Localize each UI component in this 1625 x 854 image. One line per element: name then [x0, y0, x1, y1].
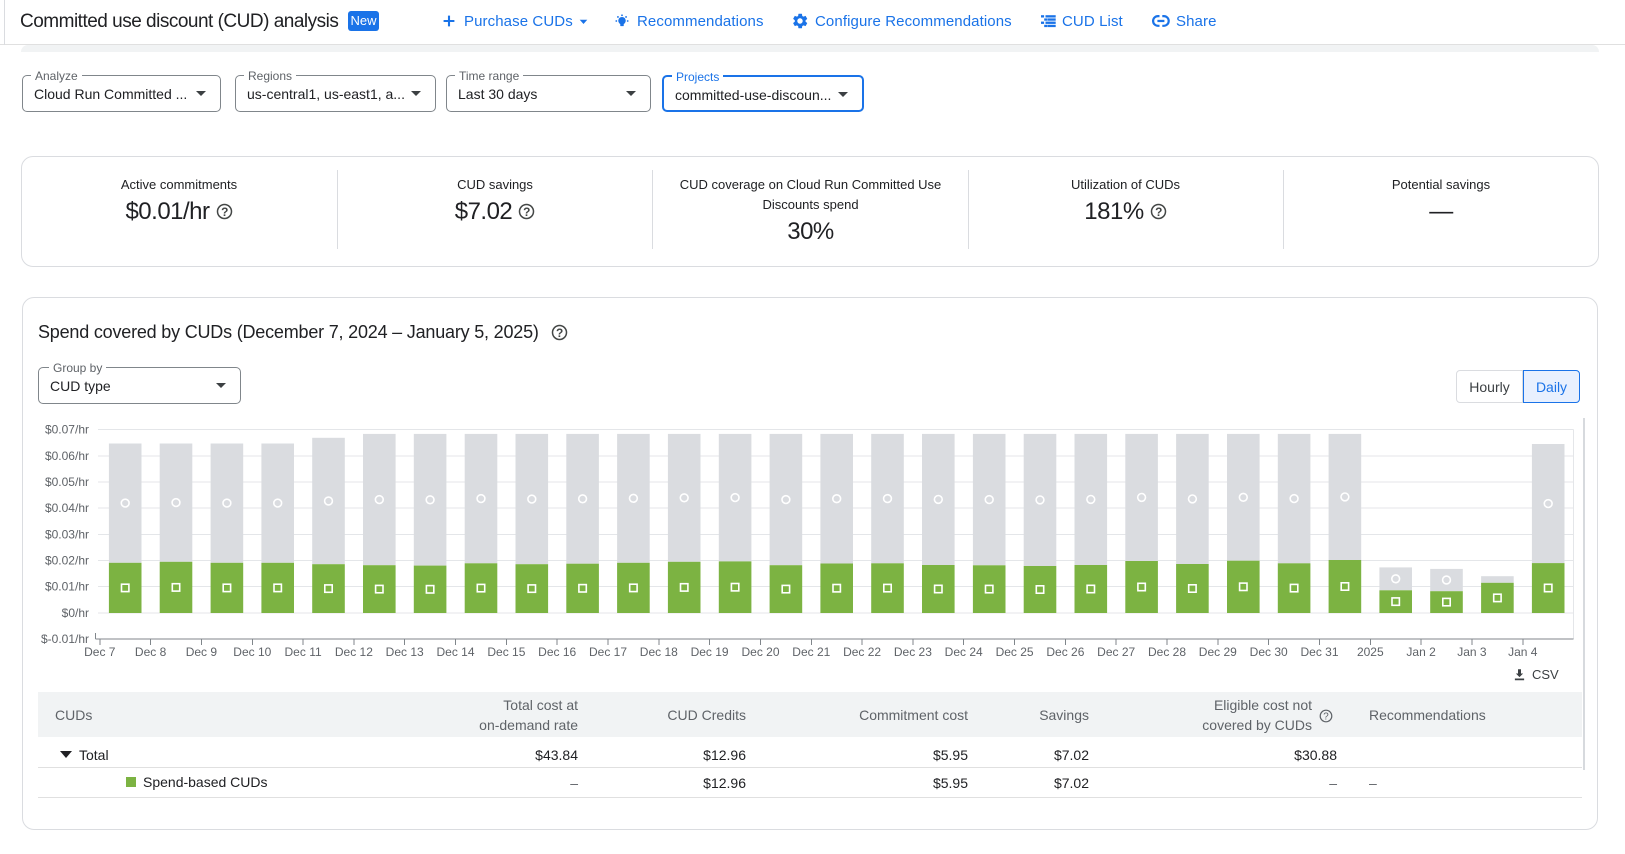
svg-text:?: ?	[523, 205, 530, 219]
svg-text:?: ?	[1155, 205, 1162, 219]
svg-text:?: ?	[1323, 712, 1329, 723]
svg-text:?: ?	[221, 205, 228, 219]
svg-text:?: ?	[556, 326, 563, 340]
